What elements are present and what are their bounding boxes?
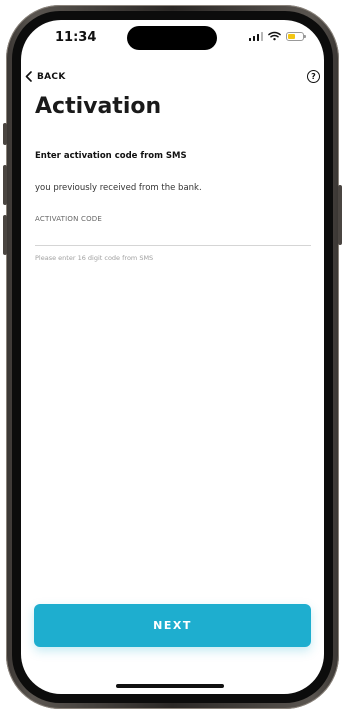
instruction-heading: Enter activation code from SMS bbox=[35, 151, 187, 161]
next-button[interactable]: NEXT bbox=[34, 604, 311, 647]
status-time: 11:34 bbox=[55, 30, 97, 45]
volume-up-button bbox=[3, 165, 7, 205]
battery-icon bbox=[286, 31, 306, 41]
power-button bbox=[338, 185, 342, 245]
dynamic-island bbox=[127, 26, 217, 50]
battery-level bbox=[288, 33, 295, 39]
chevron-left-icon bbox=[25, 71, 32, 82]
volume-down-button bbox=[3, 215, 7, 255]
instruction-text: you previously received from the bank. bbox=[35, 183, 202, 193]
activation-code-label: ACTIVATION CODE bbox=[35, 215, 103, 223]
phone-frame: 11:34 BACK ? Activation Enter activation… bbox=[3, 5, 342, 709]
activation-code-hint: Please enter 16 digit code from SMS bbox=[35, 254, 154, 262]
help-circle-icon: ? bbox=[311, 72, 316, 81]
phone-bezel: 11:34 BACK ? Activation Enter activation… bbox=[12, 11, 333, 703]
back-label: BACK bbox=[37, 71, 66, 82]
cellular-signal-icon bbox=[248, 31, 263, 41]
activation-code-input[interactable] bbox=[35, 227, 311, 246]
home-indicator[interactable] bbox=[116, 684, 224, 688]
app-screen: 11:34 BACK ? Activation Enter activation… bbox=[21, 20, 324, 694]
back-button[interactable]: BACK bbox=[25, 71, 66, 82]
help-button[interactable]: ? bbox=[307, 70, 320, 83]
wifi-icon bbox=[268, 31, 281, 41]
page-title: Activation bbox=[35, 94, 162, 119]
action-button bbox=[3, 123, 7, 145]
status-icons bbox=[248, 31, 306, 41]
